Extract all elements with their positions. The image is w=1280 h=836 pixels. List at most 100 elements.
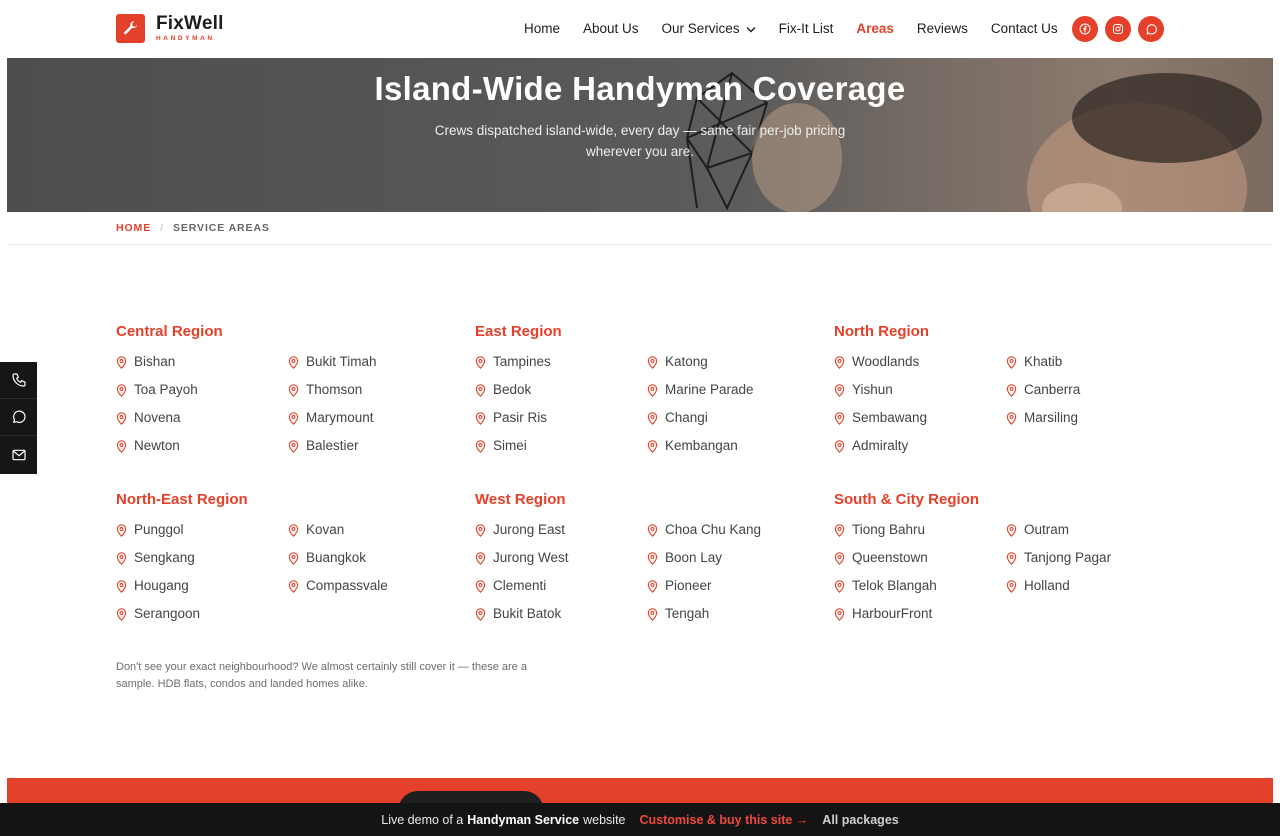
area-name: Choa Chu Kang xyxy=(665,522,762,537)
area-item: Bukit Batok xyxy=(475,605,561,623)
area-item: Pasir Ris xyxy=(475,409,547,427)
area-name: Bedok xyxy=(493,382,532,397)
area-name: Tampines xyxy=(493,354,551,369)
area-item: Marine Parade xyxy=(647,381,754,399)
map-pin-icon xyxy=(116,607,127,621)
area-name: Pioneer xyxy=(665,578,712,593)
area-name: Canberra xyxy=(1024,382,1081,397)
map-pin-icon xyxy=(647,383,658,397)
area-name: Serangoon xyxy=(134,606,201,621)
map-pin-icon xyxy=(834,607,845,621)
area-name: Tengah xyxy=(665,606,710,621)
area-name: Pasir Ris xyxy=(493,410,548,425)
area-name: Clementi xyxy=(493,578,547,593)
region-title: North Region xyxy=(834,323,929,340)
divider xyxy=(7,244,1273,245)
map-pin-icon xyxy=(834,439,845,453)
area-name: Khatib xyxy=(1024,354,1063,369)
nav-our-services[interactable]: Our Services xyxy=(662,20,756,38)
map-pin-icon xyxy=(475,355,486,369)
region-title: North-East Region xyxy=(116,491,248,508)
page: FixWell HANDYMAN Home About Us Our Servi… xyxy=(0,0,1280,836)
whatsapp-icon[interactable] xyxy=(1138,16,1164,42)
map-pin-icon xyxy=(475,411,486,425)
map-pin-icon xyxy=(1006,355,1017,369)
breadcrumb-home[interactable]: HOME xyxy=(116,222,151,234)
region-block: West Region Jurong East Jurong West Clement… xyxy=(475,490,820,633)
area-item: Thomson xyxy=(288,381,362,399)
area-name: Tanjong Pagar xyxy=(1024,550,1112,565)
area-name: Balestier xyxy=(306,438,359,453)
all-packages-link[interactable]: All packages xyxy=(822,813,898,827)
area-name: Holland xyxy=(1024,578,1070,593)
region-block: South & City Region Tiong Bahru Queenstown… xyxy=(834,490,1179,633)
map-pin-icon xyxy=(288,523,299,537)
customise-buy-link[interactable]: Customise & buy this site → xyxy=(640,813,809,827)
map-pin-icon xyxy=(116,411,127,425)
phone-icon[interactable] xyxy=(0,362,37,399)
chat-icon[interactable] xyxy=(0,399,37,436)
region-title: West Region xyxy=(475,491,566,508)
facebook-icon[interactable] xyxy=(1072,16,1098,42)
area-name: Kembangan xyxy=(665,438,738,453)
area-name: Marine Parade xyxy=(665,382,754,397)
area-name: Jurong West xyxy=(493,550,569,565)
nav-services-label: Our Services xyxy=(661,21,740,36)
area-item: Khatib xyxy=(1006,353,1062,371)
map-pin-icon xyxy=(647,579,658,593)
area-item: Serangoon xyxy=(116,605,200,623)
nav-home[interactable]: Home xyxy=(524,20,560,38)
area-item: Tiong Bahru xyxy=(834,521,925,539)
area-name: Telok Blangah xyxy=(852,578,937,593)
nav-contact-us[interactable]: Contact Us xyxy=(991,20,1058,38)
area-item: Punggol xyxy=(116,521,184,539)
region-block: Central Region Bishan Toa Payoh Novena Newto… xyxy=(116,322,461,465)
area-item: Hougang xyxy=(116,577,189,595)
area-name: Kovan xyxy=(306,522,345,537)
region-title: East Region xyxy=(475,323,562,340)
area-item: Marsiling xyxy=(1006,409,1078,427)
area-item: Balestier xyxy=(288,437,359,455)
area-item: Outram xyxy=(1006,521,1069,539)
map-pin-icon xyxy=(1006,579,1017,593)
area-item: Tengah xyxy=(647,605,709,623)
map-pin-icon xyxy=(834,383,845,397)
area-list: Jurong East Jurong West Clementi Bukit Bato… xyxy=(475,521,820,633)
map-pin-icon xyxy=(834,355,845,369)
nav-home-label: Home xyxy=(524,21,561,36)
nav-contact-label: Contact Us xyxy=(990,21,1058,36)
breadcrumb-current: SERVICE AREAS xyxy=(172,222,270,234)
region-block: North-East Region Punggol Sengkang Hougang S… xyxy=(116,490,461,633)
map-pin-icon xyxy=(288,411,299,425)
nav-areas[interactable]: Areas xyxy=(856,20,894,38)
main-nav: Home About Us Our Services Fix-It List A… xyxy=(524,20,1081,38)
map-pin-icon xyxy=(475,579,486,593)
brand-logo[interactable]: FixWell HANDYMAN xyxy=(116,14,224,43)
map-pin-icon xyxy=(288,439,299,453)
side-contact-dock xyxy=(0,362,37,474)
map-pin-icon xyxy=(288,579,299,593)
area-item: Jurong East xyxy=(475,521,565,539)
demo-bar-site-type: Handyman Service xyxy=(467,812,580,827)
map-pin-icon xyxy=(1006,523,1017,537)
nav-fix-it-list[interactable]: Fix-It List xyxy=(779,20,834,38)
mail-icon[interactable] xyxy=(0,436,37,473)
area-item: Clementi xyxy=(475,577,546,595)
map-pin-icon xyxy=(116,579,127,593)
area-item: Katong xyxy=(647,353,708,371)
area-item: Bukit Timah xyxy=(288,353,377,371)
instagram-icon[interactable] xyxy=(1105,16,1131,42)
area-name: Queenstown xyxy=(852,550,928,565)
site-header: FixWell HANDYMAN Home About Us Our Servi… xyxy=(7,0,1273,58)
map-pin-icon xyxy=(116,551,127,565)
nav-reviews[interactable]: Reviews xyxy=(917,20,968,38)
map-pin-icon xyxy=(116,355,127,369)
chevron-down-icon xyxy=(746,20,756,38)
area-name: Boon Lay xyxy=(665,550,723,565)
area-list: Bishan Toa Payoh Novena Newton Bukit Timah Th… xyxy=(116,353,461,465)
area-item: Holland xyxy=(1006,577,1070,595)
map-pin-icon xyxy=(475,439,486,453)
area-name: Katong xyxy=(665,354,708,369)
area-name: HarbourFront xyxy=(852,606,933,621)
nav-about-us[interactable]: About Us xyxy=(583,20,639,38)
